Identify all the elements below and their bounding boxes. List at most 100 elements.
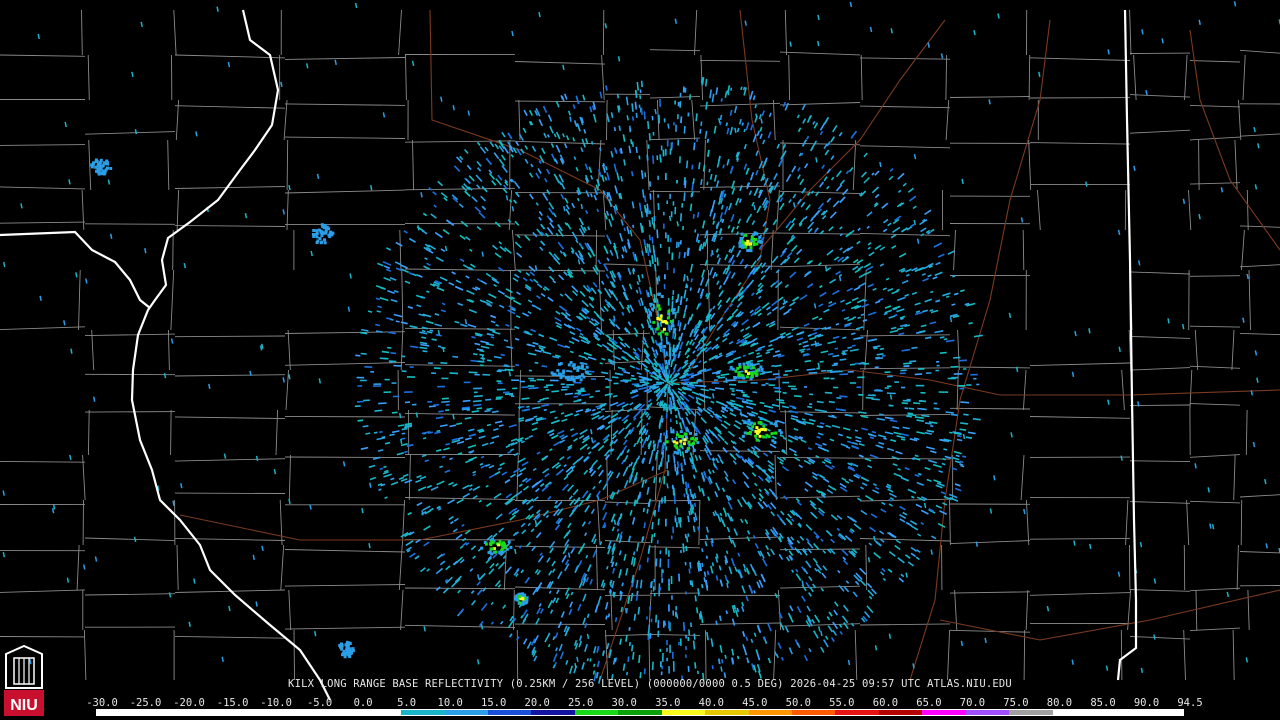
echo-gate <box>505 323 510 327</box>
echo-gate <box>833 601 839 607</box>
echo-gate <box>930 290 934 294</box>
echo-gate <box>589 106 593 113</box>
echo-gate <box>516 252 523 258</box>
echo-gate <box>842 188 849 196</box>
echo-gate <box>612 394 618 398</box>
echo-gate <box>623 245 628 253</box>
echo-gate <box>607 613 611 618</box>
echo-gate <box>847 440 854 444</box>
echo-cell <box>740 232 744 236</box>
echo-gate <box>465 275 470 279</box>
echo-gate <box>717 257 721 265</box>
echo-gate <box>515 314 521 319</box>
echo-gate <box>630 138 633 145</box>
echo-gate <box>488 464 495 469</box>
echo-gate <box>806 348 811 351</box>
echo-gate <box>1038 71 1041 78</box>
echo-gate <box>629 229 633 237</box>
echo-gate <box>719 512 723 517</box>
echo-gate <box>615 533 620 542</box>
echo-gate <box>445 565 451 571</box>
echo-gate <box>466 289 475 295</box>
echo-cell <box>572 363 576 367</box>
echo-cell <box>518 601 522 605</box>
echo-gate <box>641 250 644 256</box>
echo-gate <box>397 424 405 427</box>
echo-gate <box>900 573 905 578</box>
echo-gate <box>753 205 756 211</box>
echo-gate <box>640 477 644 481</box>
echo-gate <box>867 283 874 288</box>
echo-gate <box>819 360 824 363</box>
echo-gate <box>652 155 655 164</box>
echo-gate <box>819 130 824 136</box>
echo-gate <box>582 490 589 499</box>
echo-gate <box>696 137 699 143</box>
echo-gate <box>580 339 587 344</box>
echo-gate <box>653 509 656 517</box>
echo-gate <box>579 362 584 365</box>
echo-gate <box>732 460 737 465</box>
echo-gate <box>551 560 556 567</box>
echo-gate <box>407 511 412 516</box>
echo-gate <box>821 164 826 169</box>
echo-gate <box>691 341 696 346</box>
echo-gate <box>489 562 495 569</box>
echo-gate <box>825 635 829 640</box>
echo-gate <box>935 504 943 509</box>
echo-gate <box>864 457 872 462</box>
echo-gate <box>745 216 751 223</box>
echo-gate <box>494 470 501 476</box>
echo-gate <box>334 59 337 66</box>
echo-gate <box>871 588 877 595</box>
echo-gate <box>852 591 858 598</box>
echo-gate <box>652 443 656 448</box>
echo-gate <box>354 2 358 9</box>
echo-gate <box>249 370 252 376</box>
echo-gate <box>464 190 471 197</box>
echo-gate <box>692 213 695 219</box>
echo-gate <box>872 489 880 494</box>
echo-gate <box>640 210 644 218</box>
echo-gate <box>382 112 386 118</box>
highway-line <box>667 369 1280 396</box>
echo-cell <box>675 441 679 445</box>
echo-gate <box>444 469 451 474</box>
echo-gate <box>400 443 408 447</box>
echo-gate <box>600 407 605 411</box>
echo-gate <box>866 582 873 589</box>
echo-gate <box>529 278 534 283</box>
echo-gate <box>461 407 470 411</box>
echo-gate <box>761 558 768 567</box>
echo-gate <box>605 165 608 171</box>
echo-gate <box>501 165 508 173</box>
echo-gate <box>474 206 482 213</box>
echo-cell <box>774 424 778 428</box>
echo-gate <box>709 89 712 99</box>
echo-gate <box>633 327 639 334</box>
echo-cell <box>757 421 761 425</box>
echo-gate <box>422 505 431 511</box>
echo-cell <box>673 328 677 332</box>
echo-gate <box>762 636 766 641</box>
echo-gate <box>570 428 575 432</box>
echo-gate <box>759 126 763 132</box>
echo-gate <box>685 416 691 425</box>
echo-gate <box>624 342 631 349</box>
colorbar-label: 70.0 <box>959 697 986 709</box>
echo-gate <box>643 377 649 380</box>
echo-gate <box>392 430 400 434</box>
echo-gate <box>745 595 749 602</box>
echo-gate <box>757 312 762 317</box>
echo-gate <box>835 184 843 192</box>
echo-gate <box>544 637 548 643</box>
echo-gate <box>563 475 569 481</box>
echo-gate <box>959 359 967 362</box>
echo-gate <box>593 646 597 654</box>
echo-gate <box>729 412 737 417</box>
echo-gate <box>722 337 728 343</box>
echo-gate <box>853 286 861 291</box>
echo-gate <box>450 521 454 525</box>
echo-gate <box>578 434 585 440</box>
echo-gate <box>774 350 780 353</box>
